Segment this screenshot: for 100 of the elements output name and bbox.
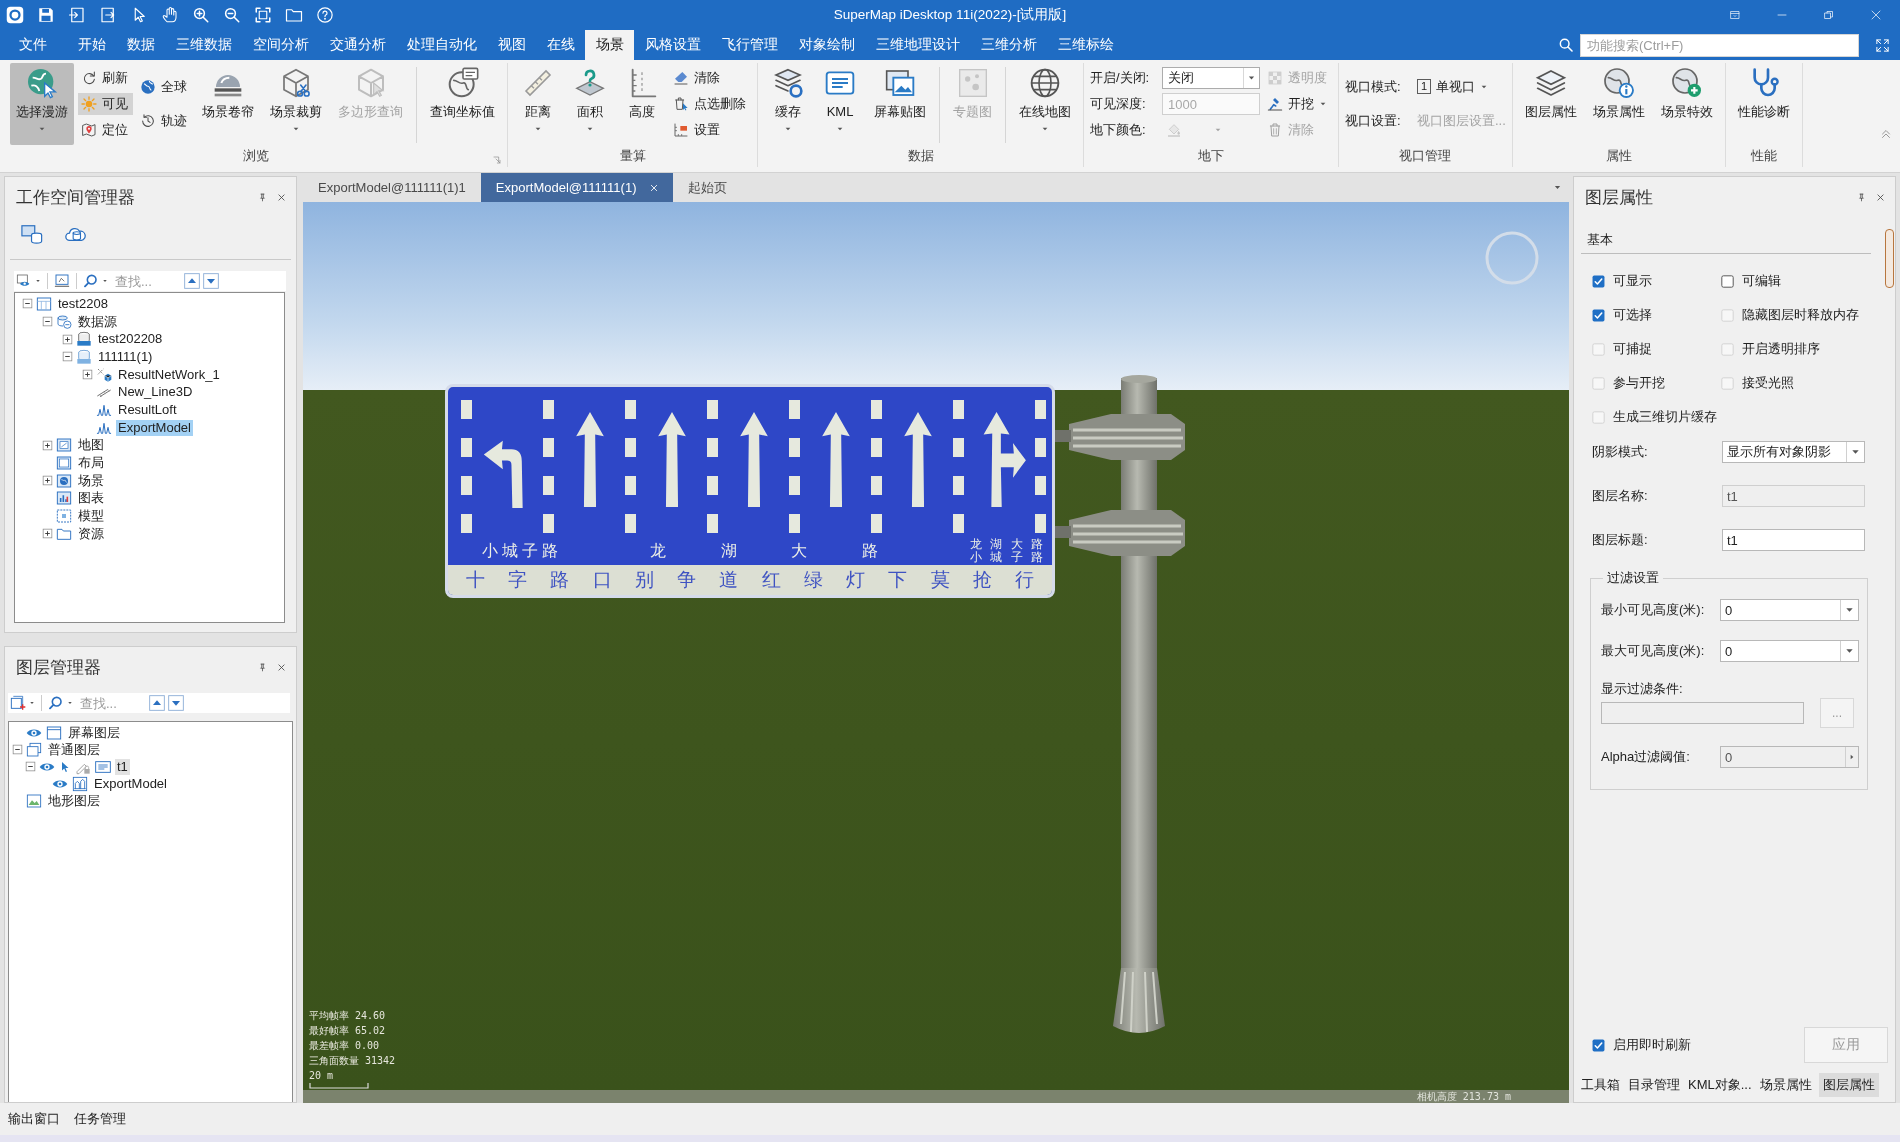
dropdown-field[interactable]: 关闭 bbox=[1162, 67, 1260, 89]
layer-item[interactable]: 普通图层 bbox=[46, 741, 102, 758]
plus-icon[interactable] bbox=[62, 333, 73, 345]
ribbon-button[interactable]: 场景特效 bbox=[1654, 63, 1719, 145]
ribbon-button[interactable]: KML bbox=[816, 63, 864, 145]
plus-icon[interactable] bbox=[82, 369, 93, 381]
minus-icon[interactable] bbox=[42, 316, 53, 328]
search-field[interactable]: 查找... bbox=[76, 695, 146, 711]
export-icon[interactable] bbox=[99, 6, 117, 24]
pin-icon[interactable] bbox=[258, 192, 267, 202]
panel-tab[interactable]: 目录管理 bbox=[1627, 1073, 1681, 1097]
ribbon-display-icon[interactable] bbox=[1729, 9, 1741, 21]
menu-tab[interactable]: 三维地理设计 bbox=[865, 30, 970, 60]
dropdown-field[interactable]: 0 bbox=[1720, 599, 1859, 621]
ribbon-button[interactable]: 屏幕贴图 bbox=[868, 63, 932, 145]
checkbox[interactable] bbox=[1592, 308, 1605, 322]
menu-tab[interactable]: 文件 bbox=[8, 30, 57, 60]
ribbon-button[interactable]: 查询坐标值 bbox=[424, 63, 501, 145]
arrow-down-icon[interactable] bbox=[168, 695, 184, 711]
ribbon-button[interactable]: 缓存 bbox=[764, 63, 812, 145]
status-tab[interactable]: 任务管理 bbox=[74, 1110, 126, 1128]
search-icon[interactable] bbox=[48, 695, 64, 711]
ribbon-button[interactable]: 刷新 bbox=[78, 67, 133, 89]
layer-item[interactable]: ExportModel bbox=[92, 775, 169, 792]
status-tab[interactable]: 输出窗口 bbox=[8, 1110, 60, 1128]
panel-tab[interactable]: 场景属性 bbox=[1758, 1073, 1813, 1097]
full-extent-icon[interactable] bbox=[254, 6, 272, 24]
dropdown-field[interactable]: 0 bbox=[1720, 640, 1859, 662]
scene-viewport[interactable]: 相机高度 213.73 m 小城子路 龙 湖 大 路 龙 湖 大 路 小 城 子 路 十 字 路 口 别 争 道 红 绿 灯 下 莫 抢 行 平均帧率 24.60 最好帧率 65.02 最差帧率 0.00 三角面数量 31342 20 m bbox=[303, 202, 1569, 1103]
layer-item[interactable]: 屏幕图层 bbox=[66, 724, 122, 741]
tree-item[interactable]: 资源 bbox=[76, 525, 106, 542]
tree-item[interactable]: ExportModel bbox=[116, 419, 193, 436]
ribbon-button[interactable]: 在线地图 bbox=[1013, 63, 1077, 145]
plus-icon[interactable] bbox=[42, 475, 53, 487]
tree-item[interactable]: 地图 bbox=[76, 437, 106, 454]
menu-tab[interactable]: 对象绘制 bbox=[788, 30, 865, 60]
help-icon[interactable] bbox=[316, 6, 334, 24]
search-field[interactable]: 查找... bbox=[111, 273, 181, 289]
text-field[interactable]: t1 bbox=[1722, 529, 1865, 551]
ribbon-button[interactable]: 场景属性 bbox=[1586, 63, 1651, 145]
pin-icon[interactable] bbox=[258, 662, 267, 672]
checkbox[interactable] bbox=[1592, 274, 1605, 288]
tree-item[interactable]: 场景 bbox=[76, 472, 106, 489]
import-icon[interactable] bbox=[68, 6, 86, 24]
tree-item[interactable]: 模型 bbox=[76, 508, 106, 525]
ribbon-button[interactable]: 全球 bbox=[137, 75, 192, 98]
tree-item[interactable]: test2208 bbox=[56, 295, 110, 312]
search-field[interactable]: 功能搜索(Ctrl+F) bbox=[1580, 33, 1859, 57]
layer-item[interactable]: t1 bbox=[115, 758, 130, 775]
ribbon-button[interactable]: 设置 bbox=[670, 119, 751, 141]
ribbon-button[interactable]: 场景卷帘 bbox=[196, 63, 260, 145]
menu-tab[interactable]: 数据 bbox=[116, 30, 165, 60]
arrow-down-icon[interactable] bbox=[203, 273, 219, 289]
menu-tab[interactable]: 在线 bbox=[536, 30, 585, 60]
ribbon-button[interactable]: 图层属性 bbox=[1518, 63, 1583, 145]
search-icon[interactable] bbox=[83, 273, 99, 289]
tree-item[interactable]: ResultNetWork_1 bbox=[116, 366, 222, 383]
ribbon-button[interactable]: 距离 bbox=[514, 63, 562, 145]
panel-tab[interactable]: 图层属性 bbox=[1818, 1073, 1879, 1097]
document-tab[interactable]: 起始页 bbox=[673, 173, 743, 202]
layer-item[interactable]: 地形图层 bbox=[46, 792, 102, 809]
eye-window-icon[interactable] bbox=[16, 273, 32, 289]
folder-icon[interactable] bbox=[285, 6, 303, 24]
menu-tab[interactable]: 三维数据 bbox=[165, 30, 242, 60]
zoom-in-icon[interactable] bbox=[192, 6, 210, 24]
menu-tab[interactable]: 处理自动化 bbox=[396, 30, 487, 60]
dropdown-field[interactable]: 显示所有对象阴影 bbox=[1722, 441, 1865, 463]
minus-icon[interactable] bbox=[12, 744, 23, 755]
menu-tab[interactable]: 开始 bbox=[67, 30, 116, 60]
database-monitor-icon[interactable] bbox=[21, 223, 43, 245]
viewport-mode-button[interactable]: 1 单视口 bbox=[1417, 77, 1489, 96]
tree-item[interactable]: 111111(1) bbox=[96, 348, 155, 365]
document-tab[interactable]: ExportModel@111111(1)1 bbox=[303, 173, 481, 202]
document-icon[interactable] bbox=[54, 273, 70, 289]
scrollbar-thumb[interactable] bbox=[1885, 229, 1894, 288]
ribbon-button[interactable]: 开挖 bbox=[1264, 93, 1332, 115]
fullscreen-icon[interactable] bbox=[1875, 37, 1890, 53]
close-icon[interactable] bbox=[277, 662, 286, 672]
document-tab[interactable]: ExportModel@111111(1) bbox=[480, 173, 674, 202]
minus-icon[interactable] bbox=[62, 351, 73, 363]
menu-tab[interactable]: 场景 bbox=[585, 30, 634, 60]
ribbon-button[interactable]: 选择漫游 bbox=[10, 63, 74, 145]
arrow-up-icon[interactable] bbox=[184, 273, 200, 289]
menu-tab[interactable]: 空间分析 bbox=[242, 30, 319, 60]
ribbon-button[interactable]: 性能诊断 bbox=[1731, 63, 1796, 145]
section-tab[interactable]: 基本 bbox=[1587, 231, 1613, 249]
restore-icon[interactable] bbox=[1823, 9, 1835, 21]
ribbon-button[interactable]: 面积 bbox=[566, 63, 614, 145]
menu-tab[interactable]: 风格设置 bbox=[634, 30, 711, 60]
minus-icon[interactable] bbox=[22, 298, 33, 310]
add-layer-icon[interactable] bbox=[10, 695, 26, 711]
checkbox[interactable] bbox=[1721, 274, 1734, 288]
chevron-up-icon[interactable] bbox=[1880, 128, 1892, 140]
plus-icon[interactable] bbox=[42, 439, 53, 451]
ribbon-button[interactable]: 可见 bbox=[78, 93, 133, 115]
app-logo-icon[interactable] bbox=[6, 6, 24, 24]
save-icon[interactable] bbox=[37, 6, 55, 24]
panel-tab[interactable]: KML对象... bbox=[1687, 1073, 1753, 1097]
menu-tab[interactable]: 交通分析 bbox=[319, 30, 396, 60]
zoom-out-icon[interactable] bbox=[223, 6, 241, 24]
